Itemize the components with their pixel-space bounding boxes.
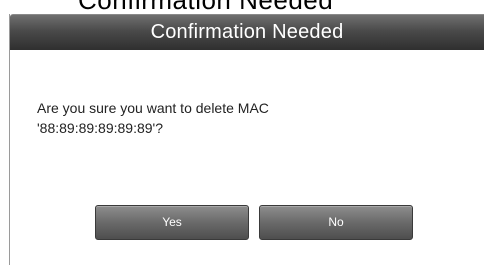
dialog-button-bar: Yes No (10, 205, 484, 241)
dialog-message: Are you sure you want to delete MAC '88:… (37, 98, 457, 138)
message-line-1: Are you sure you want to delete MAC (37, 100, 269, 116)
background-page: Confirmation Needed (0, 0, 484, 14)
background-title-fragment: Confirmation Needed (78, 0, 333, 14)
message-line-2: '88:89:89:89:89:89'? (37, 120, 164, 136)
confirmation-dialog: Confirmation Needed Are you sure you wan… (9, 14, 484, 265)
no-button[interactable]: No (259, 205, 413, 240)
yes-button[interactable]: Yes (95, 205, 249, 240)
dialog-header: Confirmation Needed (10, 14, 484, 50)
dialog-title: Confirmation Needed (150, 21, 344, 43)
